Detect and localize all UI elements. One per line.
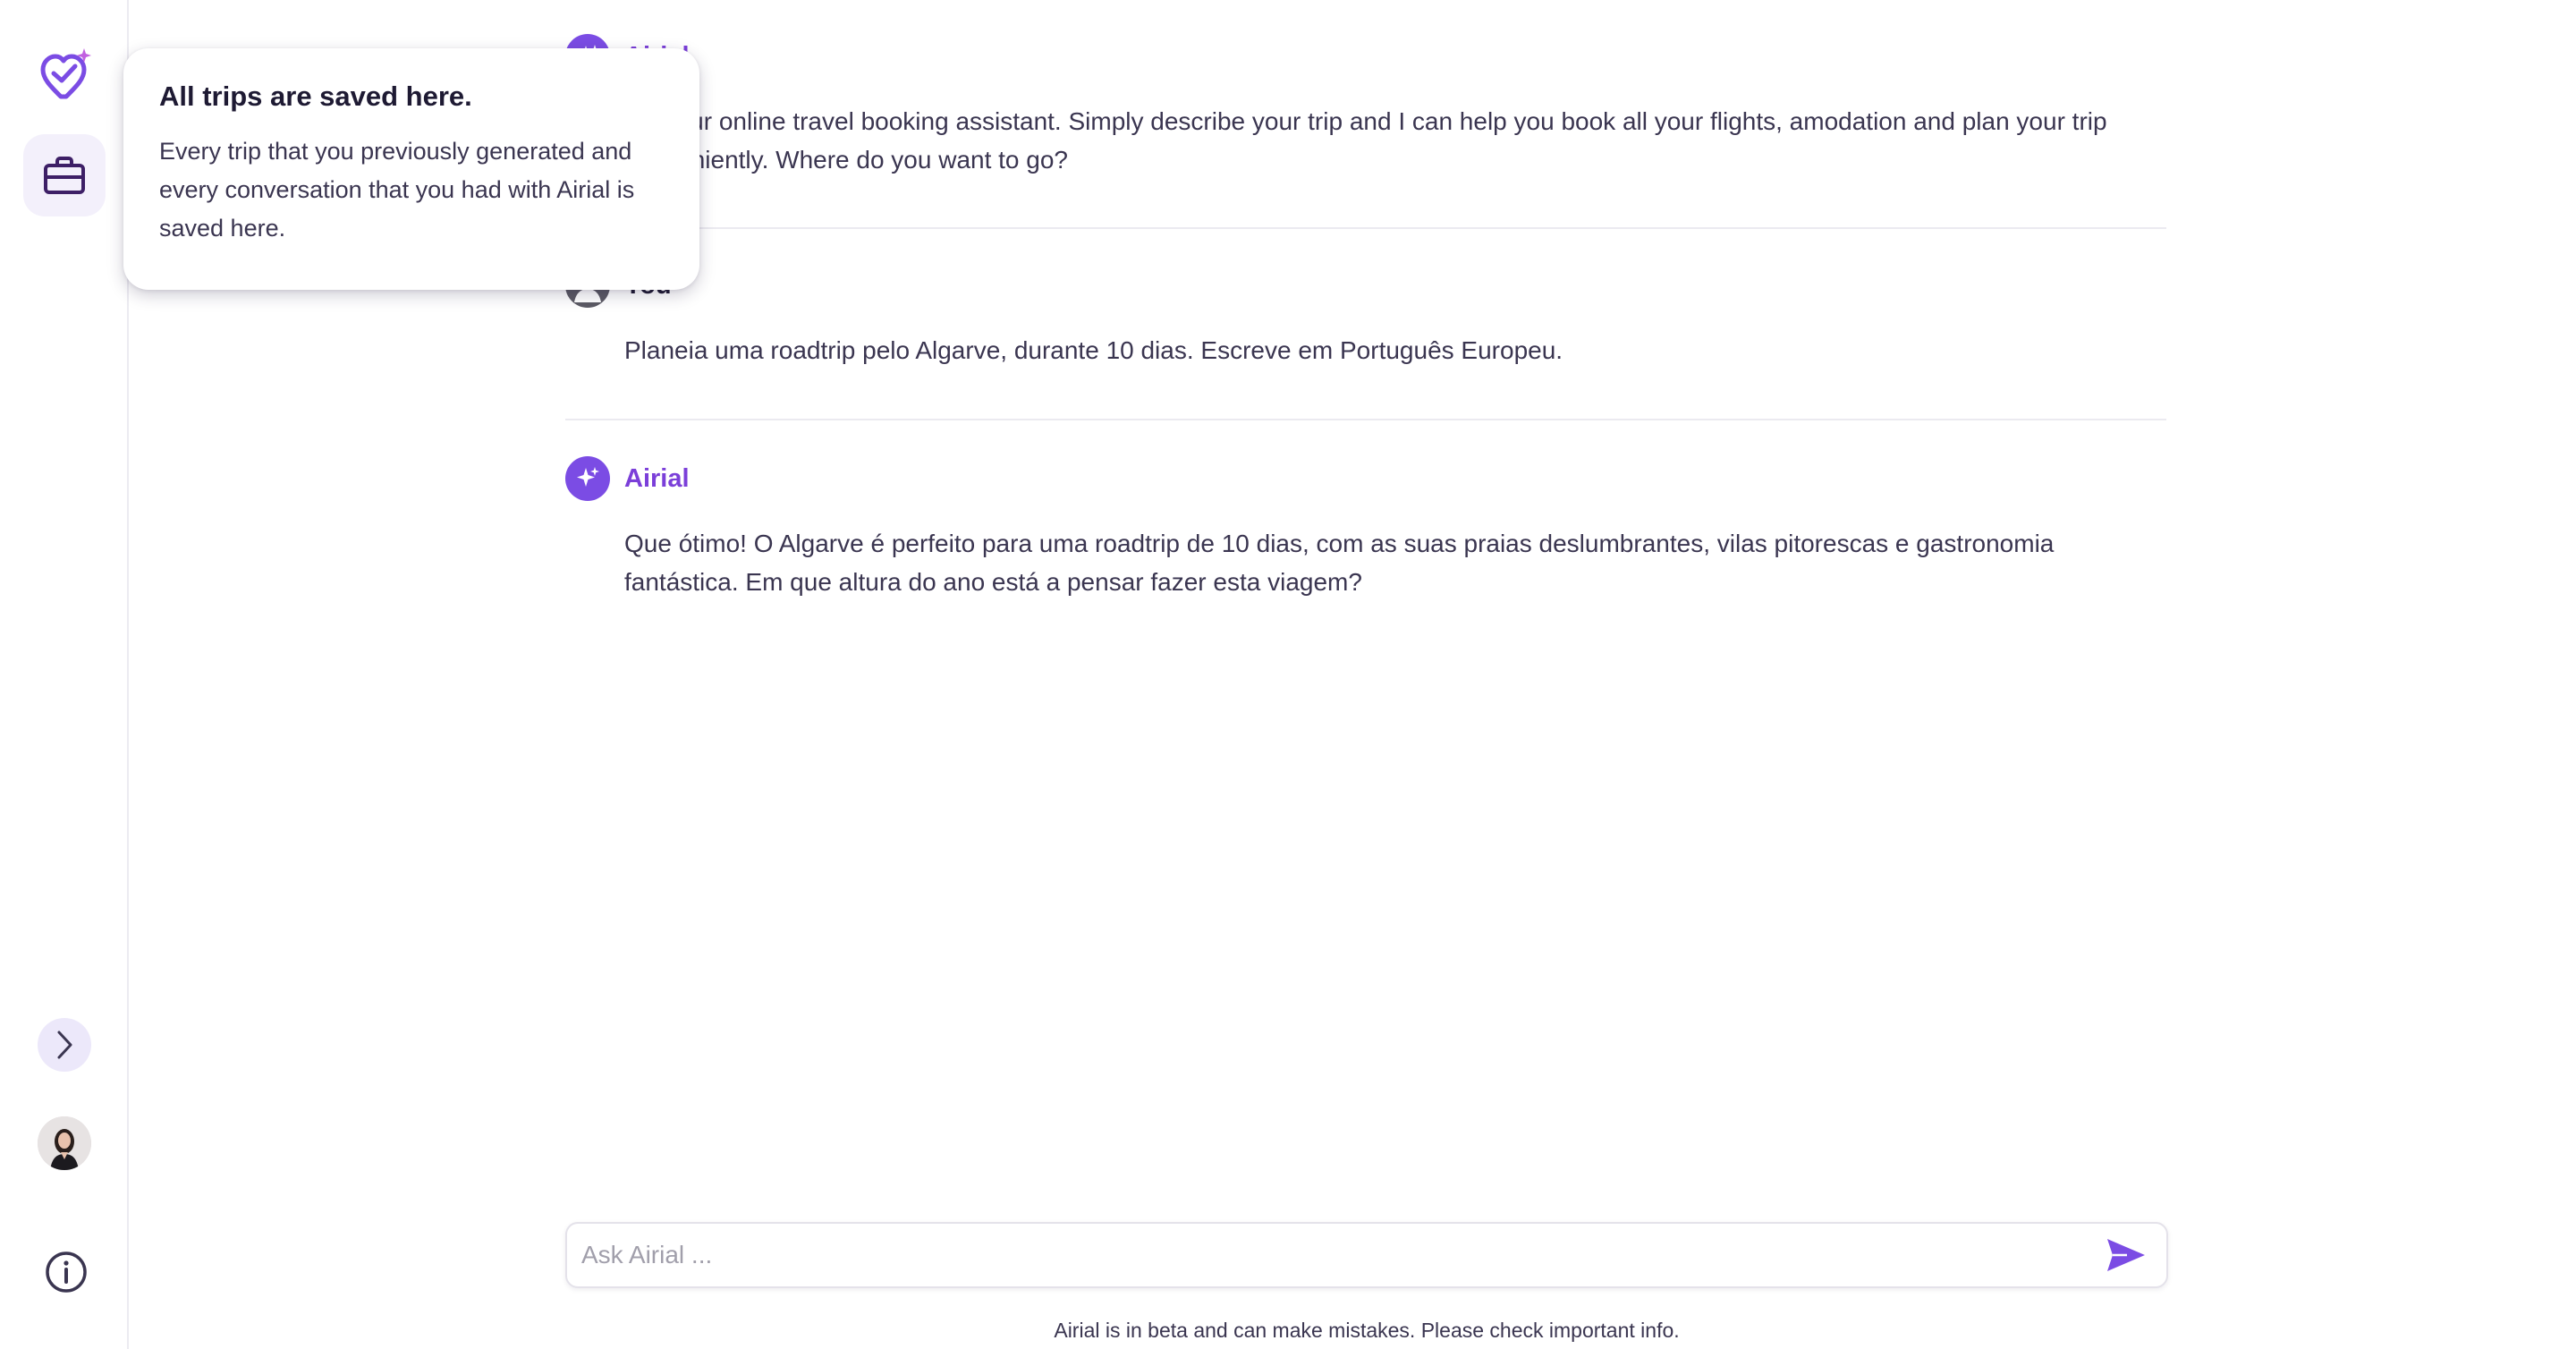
airial-avatar bbox=[565, 456, 610, 501]
trips-button[interactable] bbox=[23, 134, 106, 216]
send-button[interactable] bbox=[2104, 1234, 2148, 1276]
info-icon bbox=[46, 1251, 87, 1293]
heart-pin-sparkle-icon bbox=[40, 48, 91, 99]
info-button[interactable] bbox=[43, 1249, 89, 1295]
beta-disclaimer: Airial is in beta and can make mistakes.… bbox=[1054, 1319, 1680, 1342]
expand-sidebar-button[interactable] bbox=[38, 1018, 91, 1072]
sidebar bbox=[0, 0, 129, 1349]
tooltip-body: Every trip that you previously generated… bbox=[159, 138, 635, 242]
tooltip-title: All trips are saved here. bbox=[159, 81, 472, 112]
message-header: Airial bbox=[565, 456, 2166, 501]
message-divider bbox=[565, 419, 2166, 420]
chevron-right-icon bbox=[57, 1031, 72, 1059]
message-assistant: Airial Que ótimo! O Algarve é perfeito p… bbox=[565, 456, 2166, 601]
message-header: You bbox=[565, 263, 2166, 308]
trips-tooltip: All trips are saved here. Every trip tha… bbox=[123, 48, 699, 290]
message-text: Planeia uma roadtrip pelo Algarve, duran… bbox=[624, 336, 1563, 364]
logo-button[interactable] bbox=[32, 43, 97, 107]
app-root: All trips are saved here. Every trip tha… bbox=[0, 0, 2576, 1349]
message-header: Airial bbox=[565, 34, 2166, 79]
chat-thread: Airial ial, your online travel booking a… bbox=[565, 0, 2166, 1199]
message-user: You Planeia uma roadtrip pelo Algarve, d… bbox=[565, 263, 2166, 369]
chat-input-bar bbox=[565, 1222, 2168, 1288]
sparkle-icon bbox=[577, 467, 599, 487]
message-assistant: Airial ial, your online travel booking a… bbox=[565, 34, 2166, 179]
user-avatar[interactable] bbox=[38, 1116, 91, 1170]
chat-input[interactable] bbox=[567, 1224, 2088, 1286]
message-divider bbox=[565, 227, 2166, 229]
message-text: ial, your online travel booking assistan… bbox=[624, 107, 2107, 174]
send-icon bbox=[2107, 1239, 2145, 1271]
message-text: Que ótimo! O Algarve é perfeito para uma… bbox=[624, 530, 2055, 596]
user-photo-icon bbox=[38, 1116, 91, 1170]
briefcase-icon bbox=[44, 157, 85, 194]
sender-name: Airial bbox=[624, 463, 690, 493]
